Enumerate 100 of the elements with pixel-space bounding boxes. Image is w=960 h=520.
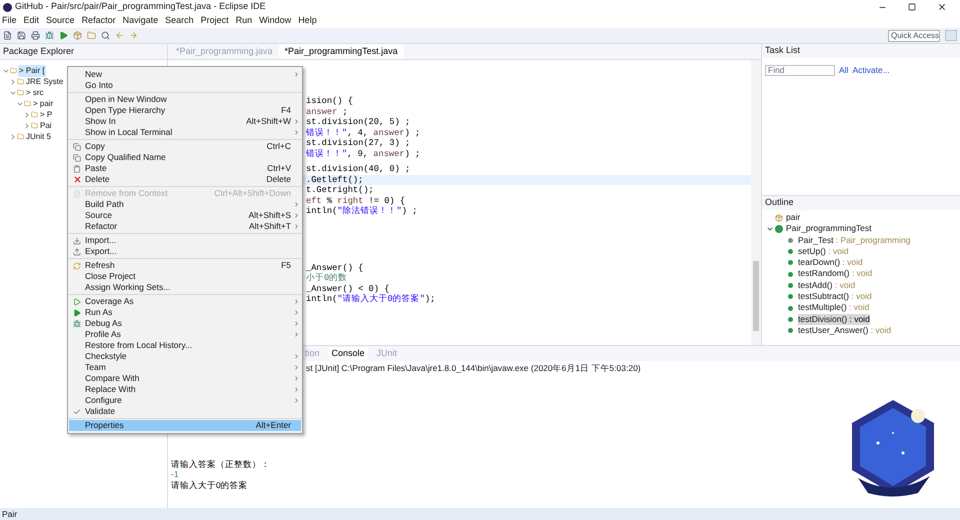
find-field[interactable]: Find xyxy=(765,64,835,76)
tree-item[interactable]: > Pair [ xyxy=(18,64,46,76)
menu-item[interactable]: Configure xyxy=(69,395,301,406)
code-line: 小于0的数 xyxy=(306,273,348,283)
class-icon xyxy=(775,224,783,233)
code-line: intln("请输入大于0的答案"); xyxy=(306,294,436,304)
search-icon[interactable] xyxy=(101,31,110,40)
menu-item[interactable]: Search xyxy=(165,14,194,28)
menu-item[interactable]: Export... xyxy=(69,246,301,257)
tree-item[interactable]: > pair xyxy=(32,98,54,110)
menu-item[interactable]: Refactor xyxy=(82,14,116,28)
chevron-right-icon[interactable] xyxy=(23,110,31,118)
save-icon[interactable] xyxy=(17,31,26,40)
outline-item[interactable]: testSubtract() : void xyxy=(798,291,872,302)
panel-tab[interactable]: Task List xyxy=(765,44,800,58)
outline-item[interactable]: testDivision() : void xyxy=(798,314,870,325)
outline-item[interactable]: tearDown() : void xyxy=(798,257,863,268)
menu-item[interactable]: Show in Local Terminal xyxy=(69,127,301,138)
menu-item[interactable]: Replace With xyxy=(69,384,301,395)
play-icon[interactable] xyxy=(59,31,68,40)
folder-icon xyxy=(17,89,24,96)
menu-item[interactable]: New xyxy=(69,69,301,80)
link[interactable]: Activate... xyxy=(852,64,890,77)
menu-item[interactable]: Import... xyxy=(69,235,301,246)
menu-item[interactable]: Open in New Window xyxy=(69,94,301,105)
code-line: answer ; xyxy=(306,106,348,116)
menu-item[interactable]: Close Project xyxy=(69,271,301,282)
menu-item[interactable]: Source xyxy=(46,14,75,28)
folder-icon xyxy=(31,111,38,118)
menu-item[interactable]: Source Alt+Shift+S xyxy=(69,210,301,221)
menu-item[interactable]: Edit xyxy=(24,14,40,28)
chevron-right-icon[interactable] xyxy=(9,78,17,86)
tree-item[interactable]: JUnit 5 xyxy=(25,130,52,142)
outline-item[interactable]: testUser_Answer() : void xyxy=(798,324,892,336)
tree-item[interactable]: > P xyxy=(39,108,54,120)
scrollbar[interactable] xyxy=(751,60,761,345)
refresh-icon xyxy=(73,262,81,270)
menu-item[interactable]: Window xyxy=(259,14,292,28)
menu-item[interactable]: Assign Working Sets... xyxy=(69,282,301,293)
bug-icon[interactable] xyxy=(45,31,54,40)
menu-item[interactable]: File xyxy=(2,14,17,28)
menu-item[interactable]: Compare With xyxy=(69,373,301,384)
outline-item[interactable]: Pair_programmingTest xyxy=(786,223,872,235)
outline-item[interactable]: pair xyxy=(786,212,800,224)
menu-item[interactable]: Run As xyxy=(69,307,301,318)
menu-item[interactable]: Coverage As xyxy=(69,296,301,307)
menu-item[interactable]: Validate xyxy=(69,406,301,417)
menu-item[interactable]: Copy Ctrl+C xyxy=(69,141,301,152)
tree-item[interactable]: Pai xyxy=(39,120,53,132)
package-icon xyxy=(775,214,783,222)
menu-item[interactable]: Team xyxy=(69,362,301,373)
menu-item[interactable]: Restore from Local History... xyxy=(69,340,301,351)
code-line: st.division(20, 5) ; xyxy=(306,117,410,127)
console-tab[interactable]: Console xyxy=(328,346,368,360)
menu-item[interactable]: Profile As xyxy=(69,329,301,340)
menu-item[interactable]: Refactor Alt+Shift+T xyxy=(69,221,301,232)
folder-icon xyxy=(31,122,38,129)
outline-item[interactable]: testMultiple() : void xyxy=(798,302,870,314)
status-text: Pair xyxy=(2,508,18,520)
tree-item[interactable]: JRE Syste xyxy=(25,76,64,88)
menu-item[interactable]: Go Into xyxy=(69,80,301,91)
delete-icon xyxy=(72,175,82,184)
code-line: st.division(27, 3) ; xyxy=(306,138,410,148)
check-icon xyxy=(73,408,81,416)
menu-item[interactable]: Help xyxy=(298,14,317,28)
printer-icon[interactable] xyxy=(31,31,40,40)
menu-item[interactable]: Paste Ctrl+V xyxy=(69,163,301,174)
code-line: _Answer() < 0) { xyxy=(306,284,390,294)
code-line: _Answer() { xyxy=(306,262,364,272)
menu-item[interactable]: Refresh F5 xyxy=(69,260,301,271)
panel-tab[interactable]: Outline xyxy=(765,196,794,210)
outline-item[interactable]: testAdd() : void xyxy=(798,280,856,292)
menu-item[interactable]: Run xyxy=(236,14,252,28)
menu-item[interactable]: Show In Alt+Shift+W xyxy=(69,116,301,127)
menu-item[interactable]: Properties Alt+Enter xyxy=(69,420,301,431)
code-line: .Getleft(); xyxy=(306,174,364,184)
link[interactable]: All xyxy=(839,64,848,77)
menu-item[interactable]: Delete Delete xyxy=(69,174,301,185)
tree-item[interactable]: > src xyxy=(25,86,45,98)
editor-tab[interactable]: *Pair_programmingTest.java xyxy=(278,44,404,59)
package-icon[interactable] xyxy=(73,31,82,40)
menu-item[interactable]: Debug As xyxy=(69,318,301,329)
console-line: -1 xyxy=(171,469,179,479)
copy-icon xyxy=(73,154,81,162)
file-icon[interactable] xyxy=(3,31,12,40)
method-icon xyxy=(788,328,793,334)
menu-item[interactable]: Copy Qualified Name xyxy=(69,152,301,163)
menu-item[interactable]: Build Path xyxy=(69,199,301,210)
menu-item[interactable]: Project xyxy=(200,14,229,28)
outline-item[interactable]: Pair_Test : Pair_programming xyxy=(798,234,910,246)
clipboard-icon xyxy=(73,164,81,172)
outline-item[interactable]: testRandom() : void xyxy=(798,268,872,280)
menu-item[interactable]: Checkstyle xyxy=(69,351,301,362)
quick-access-field[interactable]: Quick Access xyxy=(888,30,940,42)
chevron-right-icon[interactable] xyxy=(23,122,31,130)
outline-item[interactable]: setUp() : void xyxy=(798,246,849,258)
export-icon xyxy=(73,248,81,256)
menu-item[interactable]: Navigate xyxy=(122,14,158,28)
chevron-right-icon[interactable] xyxy=(9,132,17,140)
menu-item[interactable]: Open Type Hierarchy F4 xyxy=(69,105,301,116)
